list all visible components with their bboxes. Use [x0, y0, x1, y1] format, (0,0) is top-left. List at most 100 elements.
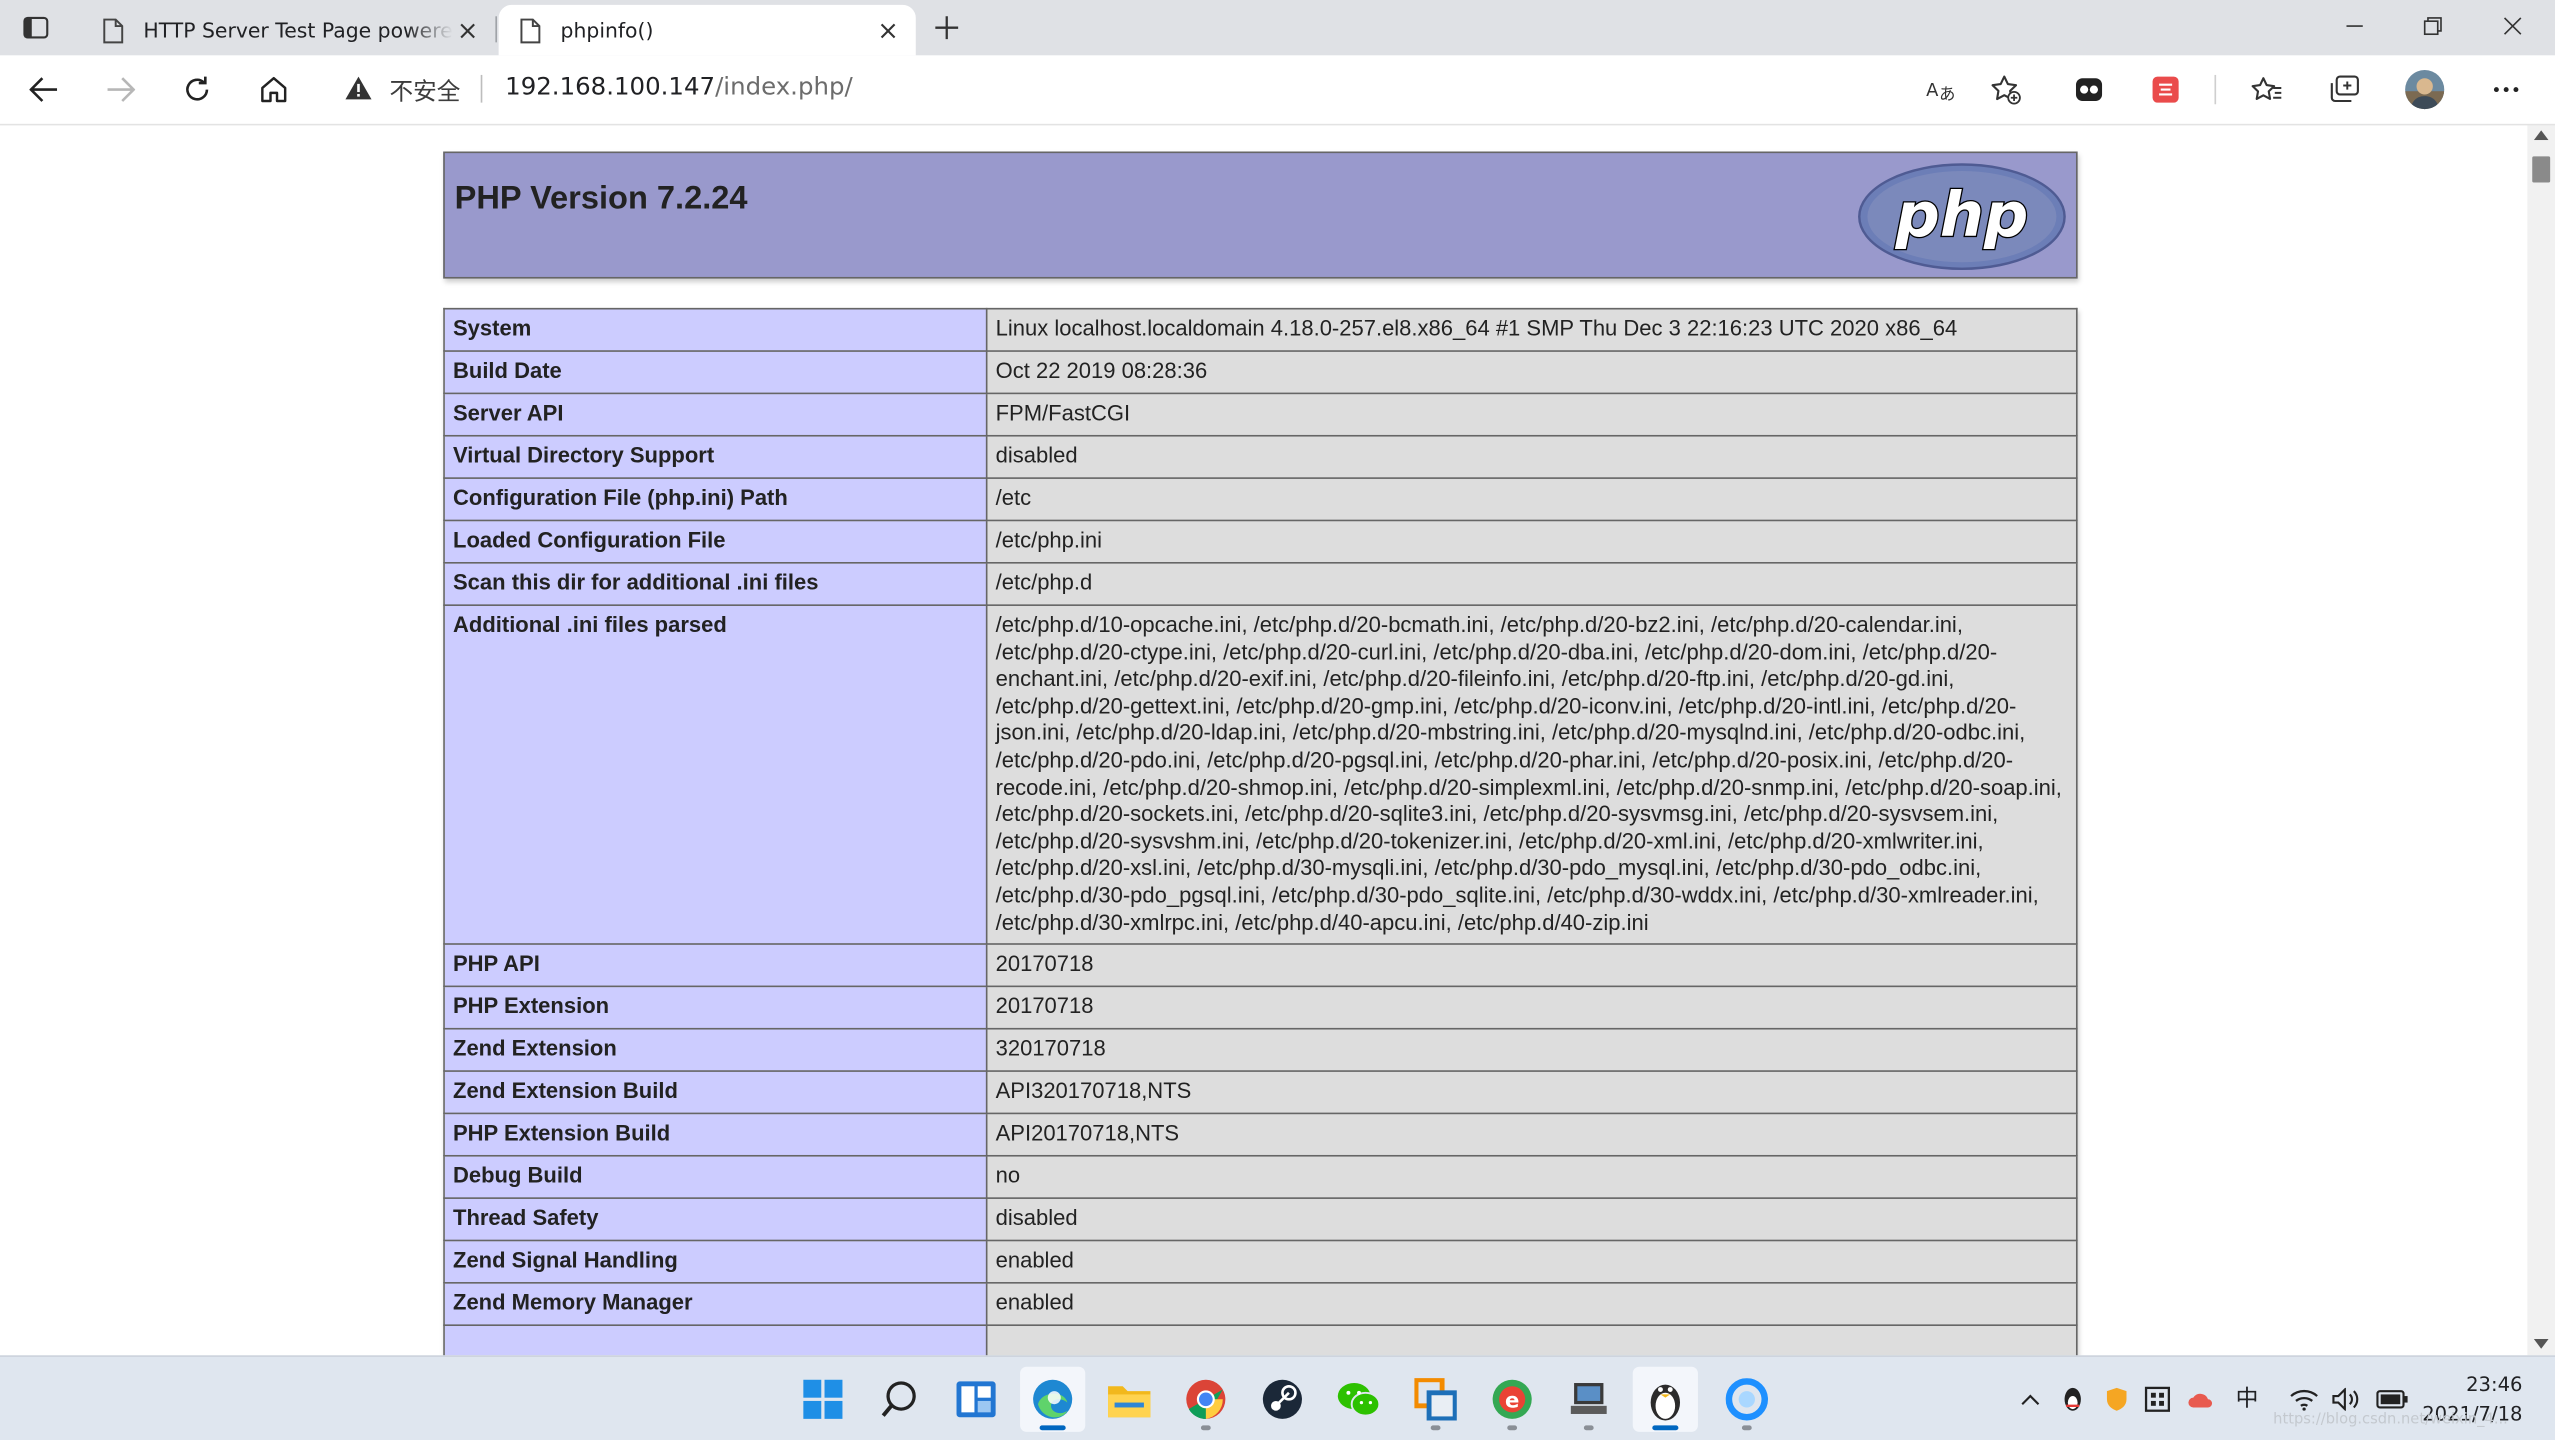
table-row: Virtual Directory Support disabled — [443, 434, 2078, 479]
minimize-icon[interactable] — [2316, 0, 2394, 52]
refresh-icon[interactable] — [171, 65, 223, 114]
vertical-scrollbar[interactable] — [2527, 125, 2555, 1356]
row-key: Additional .ini files parsed — [443, 604, 988, 946]
scroll-up-icon[interactable] — [2533, 130, 2549, 141]
row-value: /etc — [985, 477, 2078, 522]
forward-arrow-icon[interactable] — [95, 65, 147, 114]
new-tab-icon[interactable] — [926, 8, 968, 47]
svg-text:A: A — [1926, 80, 1939, 101]
penguin-app-icon[interactable] — [1632, 1366, 1698, 1432]
table-row: Configuration File (php.ini) Path/etc — [443, 477, 2078, 522]
table-row: Server API FPM/FastCGI — [443, 392, 2078, 437]
table-row: Zend Signal Handling enabled — [443, 1239, 2078, 1284]
row-key: Virtual Directory Support — [443, 434, 988, 479]
url-path: /index.php/ — [715, 71, 853, 101]
page-icon — [98, 15, 127, 44]
avatar[interactable] — [2399, 65, 2451, 114]
more-icon[interactable] — [2480, 65, 2532, 114]
table-row: Zend Extension Build API320170718,NTS — [443, 1070, 2078, 1115]
collections-icon[interactable] — [2319, 65, 2371, 114]
table-row: PHP Extension 20170718 — [443, 985, 2078, 1030]
circle-app-icon[interactable] — [1714, 1367, 1779, 1432]
row-key: PHP Extension Build — [443, 1112, 988, 1157]
table-row: Loaded Configuration File/etc/php.ini — [443, 519, 2078, 564]
row-value: Oct 22 2019 08:28:36 — [985, 350, 2078, 395]
running-indicator — [1583, 1425, 1594, 1431]
running-indicator — [1741, 1425, 1752, 1431]
security-label[interactable]: 不安全 — [389, 73, 460, 107]
steam-icon[interactable] — [1250, 1367, 1315, 1432]
table-row: Additional .ini files parsed/etc/php.d/1… — [443, 604, 2078, 946]
cloud-tray-icon[interactable] — [2185, 1380, 2214, 1419]
close-tab-icon[interactable] — [453, 15, 482, 44]
row-value: disabled — [985, 434, 2078, 479]
table-row: PHP Extension Build API20170718,NTS — [443, 1112, 2078, 1157]
terminal-icon[interactable] — [1556, 1367, 1621, 1432]
row-key: Build Date — [443, 350, 988, 395]
start-icon[interactable] — [790, 1367, 855, 1432]
php-logo-text: php — [1895, 179, 2029, 251]
edge-icon[interactable] — [1020, 1366, 1086, 1432]
close-window-icon[interactable] — [2474, 0, 2552, 52]
row-key: Configuration File (php.ini) Path — [443, 477, 988, 522]
row-value: Linux localhost.localdomain 4.18.0-257.e… — [985, 307, 2078, 352]
extension-icon[interactable] — [2063, 65, 2115, 114]
scroll-down-icon[interactable] — [2533, 1339, 2549, 1349]
row-key: Zend Extension — [443, 1028, 988, 1073]
back-arrow-icon[interactable] — [18, 65, 70, 114]
tab-actions-icon[interactable] — [13, 10, 59, 46]
app-tray-icon[interactable] — [2143, 1380, 2172, 1419]
page-content: PHP Version 7.2.24 php System Linux local… — [0, 125, 2528, 1356]
phpinfo-table: System Linux localhost.localdomain 4.18.0… — [443, 307, 2078, 1356]
table-row: Thread Safety disabled — [443, 1197, 2078, 1242]
qq-tray-icon[interactable] — [2058, 1380, 2087, 1419]
chevron-up-icon[interactable] — [2017, 1380, 2043, 1419]
table-row: Build Date Oct 22 2019 08:28:36 — [443, 350, 2078, 395]
taskbar: e 中 23:46 2021/7/18 https://blog.csdn.ne… — [0, 1355, 2555, 1440]
row-value: no — [985, 1155, 2078, 1200]
php-logo[interactable]: php — [1856, 161, 2068, 272]
close-tab-icon[interactable] — [873, 15, 902, 44]
browser-icon[interactable]: e — [1480, 1367, 1545, 1432]
address-divider — [480, 74, 483, 103]
row-value: API20170718,NTS — [985, 1112, 2078, 1157]
row-value: 20170718 — [985, 985, 2078, 1030]
table-row: Zend Extension 320170718 — [443, 1028, 2078, 1073]
search-icon[interactable] — [867, 1367, 932, 1432]
home-icon[interactable] — [248, 65, 300, 114]
svg-text:e: e — [1505, 1387, 1519, 1412]
scroll-thumb[interactable] — [2532, 156, 2551, 183]
row-value: disabled — [985, 1197, 2078, 1242]
vmware-icon[interactable] — [1403, 1367, 1468, 1432]
tab-title: phpinfo() — [560, 17, 654, 43]
table-row: Zend Memory Manager enabled — [443, 1282, 2078, 1327]
read-aloud-icon[interactable]: Aあ — [1916, 65, 1968, 114]
wechat-icon[interactable] — [1326, 1367, 1391, 1432]
tab-http-server-test[interactable]: HTTP Server Test Page powered by CentOS — [81, 5, 495, 55]
table-row — [443, 1324, 2078, 1356]
running-indicator — [1039, 1425, 1066, 1431]
browser-toolbar: 不安全 192.168.100.147/index.php/ Aあ — [0, 55, 2555, 126]
toolbar-divider — [2214, 74, 2217, 105]
row-key — [443, 1324, 988, 1356]
tab-phpinfo[interactable]: phpinfo() — [498, 4, 916, 56]
url-host: 192.168.100.147 — [505, 71, 716, 101]
restore-icon[interactable] — [2394, 0, 2472, 52]
warning-icon[interactable] — [344, 75, 373, 108]
widgets-icon[interactable] — [943, 1367, 1008, 1432]
row-value: /etc/php.d/10-opcache.ini, /etc/php.d/20… — [985, 604, 2078, 946]
address-bar[interactable]: 不安全 192.168.100.147/index.php/ — [324, 60, 2047, 118]
url-text[interactable]: 192.168.100.147/index.php/ — [505, 72, 853, 101]
running-indicator — [1652, 1425, 1679, 1431]
extension-red-icon[interactable] — [2140, 65, 2192, 114]
running-indicator — [1507, 1425, 1518, 1431]
favorites-icon[interactable] — [2241, 65, 2293, 114]
tab-separator — [495, 16, 497, 43]
chrome-icon[interactable] — [1173, 1367, 1238, 1432]
add-favorite-icon[interactable] — [1980, 65, 2032, 114]
clock-time: 23:46 — [2466, 1373, 2523, 1397]
security-tray-icon[interactable] — [2102, 1380, 2131, 1419]
ime-indicator[interactable]: 中 — [2236, 1381, 2259, 1414]
row-value: 20170718 — [985, 943, 2078, 988]
file-explorer-icon[interactable] — [1097, 1367, 1162, 1432]
